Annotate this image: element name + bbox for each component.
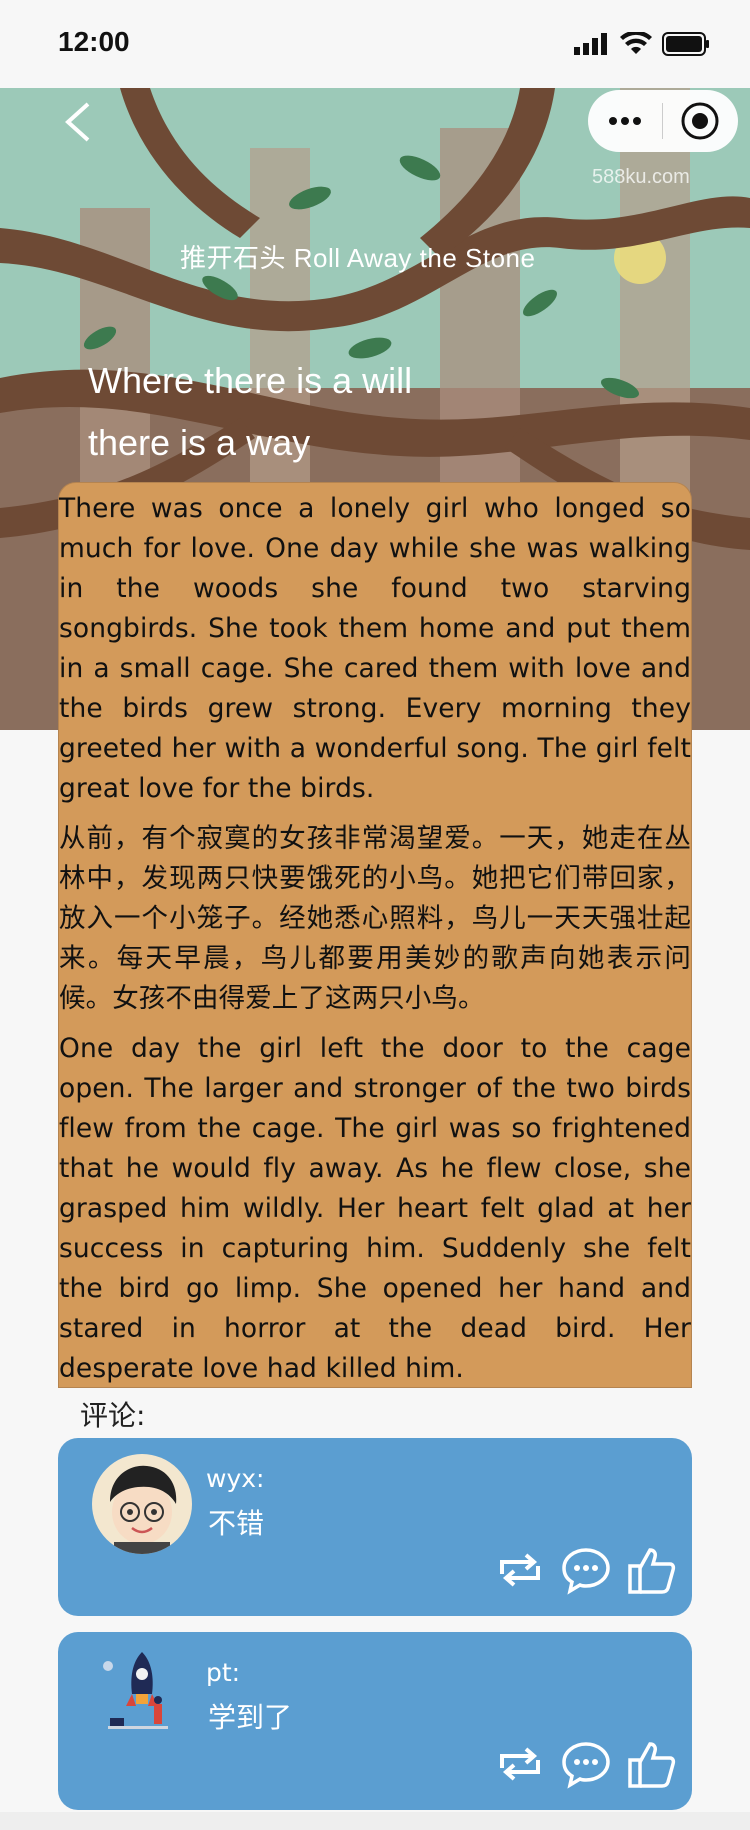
rocket-avatar-icon bbox=[92, 1648, 192, 1748]
comment-user: wyx: bbox=[206, 1464, 265, 1493]
status-time: 12:00 bbox=[58, 26, 130, 57]
repost-icon bbox=[500, 1553, 540, 1587]
signal-icon bbox=[574, 33, 607, 55]
status-bar: 12:00 bbox=[0, 0, 750, 88]
boy-avatar-icon bbox=[92, 1454, 192, 1554]
like-icon bbox=[628, 1548, 676, 1594]
like-button[interactable] bbox=[626, 1544, 678, 1596]
article-paragraph-en-2: One day the girl left the door to the ca… bbox=[59, 1033, 691, 1384]
back-button[interactable] bbox=[58, 100, 102, 144]
comment-card: wyx: 不错 bbox=[58, 1438, 692, 1616]
repost-button[interactable] bbox=[494, 1738, 546, 1790]
bottom-safe-area bbox=[0, 1812, 750, 1830]
comment-text: 不错 bbox=[208, 1507, 265, 1540]
comment-user: pt: bbox=[206, 1658, 241, 1687]
wifi-icon bbox=[620, 32, 652, 54]
more-icon bbox=[609, 117, 641, 125]
mini-program-capsule bbox=[588, 90, 738, 152]
like-icon bbox=[628, 1742, 676, 1788]
motto-line-1: Where there is a will bbox=[88, 360, 413, 401]
repost-button[interactable] bbox=[494, 1544, 546, 1596]
close-target-icon bbox=[681, 102, 719, 140]
comment-card: pt: 学到了 bbox=[58, 1632, 692, 1810]
battery-icon bbox=[662, 32, 709, 56]
like-button[interactable] bbox=[626, 1738, 678, 1790]
article-paragraph-en-1: There was once a lonely girl who longed … bbox=[59, 493, 691, 804]
comment-icon bbox=[562, 1548, 610, 1595]
comments-label: 评论: bbox=[80, 1399, 146, 1432]
repost-icon bbox=[500, 1747, 540, 1781]
reply-button[interactable] bbox=[560, 1544, 612, 1596]
article-card: There was once a lonely girl who longed … bbox=[58, 482, 692, 1388]
close-button[interactable] bbox=[663, 90, 737, 152]
motto: Where there is a will there is a way bbox=[88, 350, 412, 474]
watermark: 588ku.com bbox=[592, 166, 690, 188]
comment-actions bbox=[494, 1544, 678, 1596]
status-icons bbox=[574, 30, 710, 58]
article-paragraph-cn: 从前，有个寂寞的女孩非常渴望爱。一天，她走在丛林中，发现两只快要饿死的小鸟。她把… bbox=[59, 823, 691, 1014]
motto-line-2: there is a way bbox=[88, 422, 311, 463]
page-subtitle: 推开石头 Roll Away the Stone bbox=[180, 243, 536, 273]
more-button[interactable] bbox=[588, 90, 662, 152]
comment-actions bbox=[494, 1738, 678, 1790]
comment-text: 学到了 bbox=[208, 1701, 293, 1734]
back-arrow-icon bbox=[65, 102, 90, 142]
reply-button[interactable] bbox=[560, 1738, 612, 1790]
comment-icon bbox=[562, 1742, 610, 1789]
